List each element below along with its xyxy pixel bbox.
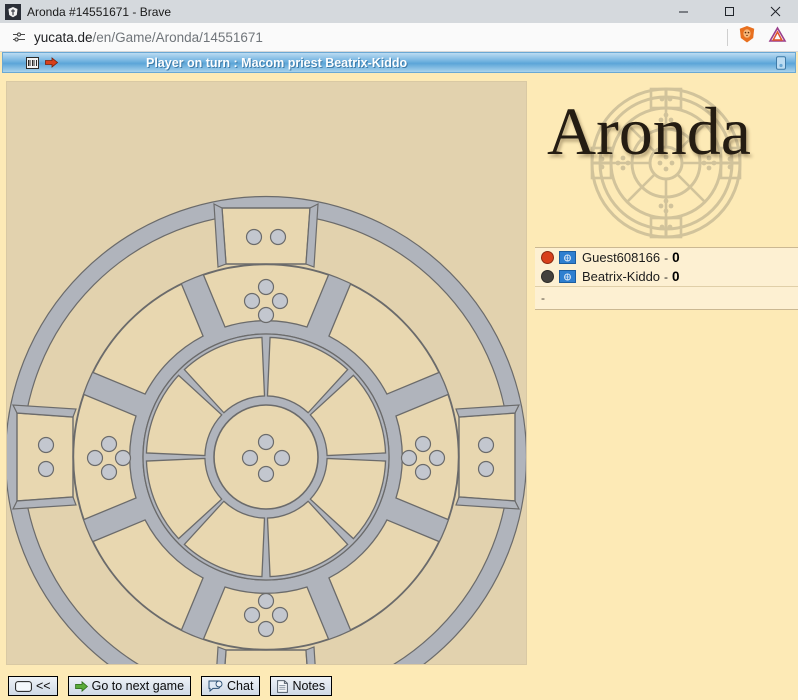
url-input[interactable]: yucata.de/en/Game/Aronda/14551671 xyxy=(34,30,727,45)
player-row-2[interactable]: Beatrix-Kiddo - 0 xyxy=(535,267,798,286)
player-row-1[interactable]: Guest608166 - 0 xyxy=(535,248,798,267)
player-separator: - xyxy=(664,269,669,284)
close-icon[interactable] xyxy=(752,0,798,23)
right-panel: Aronda Guest608166 - 0 Beatrix-Kiddo - 0… xyxy=(533,81,798,665)
chat-bubble-icon xyxy=(208,680,223,692)
player-list-footer: - xyxy=(535,286,798,309)
game-board-panel[interactable] xyxy=(6,81,527,665)
title-bar: Aronda #14551671 - Brave xyxy=(0,0,798,24)
arrow-right-icon[interactable] xyxy=(44,56,58,69)
player-name: Beatrix-Kiddo xyxy=(582,269,661,284)
notes-button[interactable]: Notes xyxy=(270,676,333,696)
player-name: Guest608166 xyxy=(582,250,661,265)
back-button-label: << xyxy=(36,679,51,693)
maximize-icon[interactable] xyxy=(706,0,752,23)
aronda-board[interactable] xyxy=(7,82,526,664)
url-bar[interactable]: yucata.de/en/Game/Aronda/14551671 xyxy=(0,23,798,52)
notes-button-label: Notes xyxy=(292,679,326,693)
brave-shield-icon[interactable] xyxy=(738,25,756,49)
player-separator: - xyxy=(664,250,669,265)
player-score: 0 xyxy=(672,250,680,265)
game-status-bar: Player on turn : Macom priest Beatrix-Ki… xyxy=(2,52,796,73)
brave-lion-icon xyxy=(5,3,21,20)
note-icon[interactable] xyxy=(775,55,787,70)
window-back-icon xyxy=(15,680,32,692)
status-bar-text: Player on turn : Macom priest Beatrix-Ki… xyxy=(146,55,408,70)
game-logo: Aronda xyxy=(533,81,798,243)
player-color-dot xyxy=(541,270,554,283)
green-arrow-icon xyxy=(74,680,88,692)
toolbar-divider xyxy=(727,28,728,46)
brave-rewards-triangle-icon[interactable] xyxy=(768,26,787,48)
game-logo-title: Aronda xyxy=(547,93,751,169)
minimize-icon[interactable] xyxy=(660,0,706,23)
outer-cell-east[interactable] xyxy=(455,404,521,510)
un-flag-icon xyxy=(559,270,576,283)
back-button[interactable]: << xyxy=(8,676,58,696)
window-title: Aronda #14551671 - Brave xyxy=(27,4,172,19)
window-controls xyxy=(660,0,798,23)
chat-button[interactable]: Chat xyxy=(201,676,261,696)
browser-window: Aronda #14551671 - Brave yucata.de/en/Ga xyxy=(0,0,798,700)
player-score: 0 xyxy=(672,269,680,284)
un-flag-icon xyxy=(559,251,576,264)
next-game-button[interactable]: Go to next game xyxy=(67,676,192,696)
browser-action-icons xyxy=(738,25,787,49)
notes-page-icon xyxy=(277,679,289,693)
center-hub[interactable] xyxy=(213,404,319,510)
bottom-toolbar: << Go to next game Chat Notes xyxy=(0,672,798,700)
url-path: /en/Game/Aronda/14551671 xyxy=(92,29,263,45)
outer-cell-north[interactable] xyxy=(213,202,319,268)
chat-button-label: Chat xyxy=(227,679,254,693)
next-game-button-label: Go to next game xyxy=(91,679,185,693)
site-settings-icon[interactable] xyxy=(8,30,30,44)
url-host: yucata.de xyxy=(34,29,93,45)
outer-cell-west[interactable] xyxy=(11,404,77,510)
status-bar-left-icons xyxy=(25,56,58,69)
player-list: Guest608166 - 0 Beatrix-Kiddo - 0 - xyxy=(535,247,798,310)
clock-icon[interactable] xyxy=(25,56,39,69)
player-color-dot xyxy=(541,251,554,264)
